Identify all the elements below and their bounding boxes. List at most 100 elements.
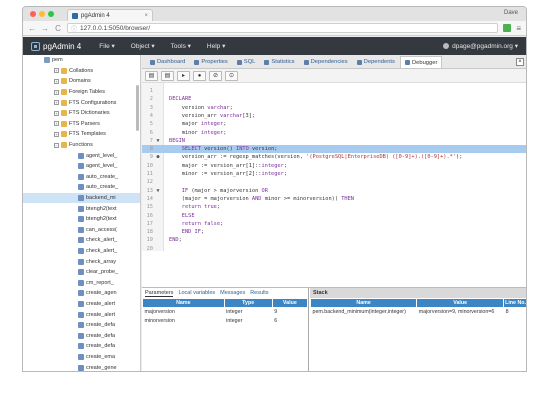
tree-function-item[interactable]: can_access( [23, 225, 140, 236]
expand-toggle[interactable]: + [54, 121, 59, 127]
tree-function-item[interactable]: cm_report_ [23, 277, 140, 288]
menu-3[interactable]: Help ▾ [207, 42, 225, 50]
table-row[interactable]: majorversion integer 9 [143, 308, 308, 317]
tab-results[interactable]: Results [250, 290, 268, 296]
tree-item[interactable]: + FTS Dictionaries [23, 108, 140, 119]
step-over-button[interactable]: ▤ [161, 70, 174, 81]
user-menu[interactable]: dpage@pgadmin.org ▾ [443, 42, 518, 50]
fold-icon[interactable]: ▼ [155, 137, 161, 145]
tree-function-item[interactable]: btengh2(text [23, 203, 140, 214]
tree-item[interactable]: pem [23, 55, 140, 66]
tree-function-item[interactable]: create_defa [23, 341, 140, 352]
tree-function-item[interactable]: create_ema [23, 352, 140, 363]
menu-0[interactable]: File ▾ [99, 42, 115, 50]
expand-toggle[interactable]: + [54, 110, 59, 116]
tree-function-item[interactable]: agent_level_ [23, 161, 140, 172]
step-into-button[interactable]: ▤ [145, 70, 158, 81]
column-header[interactable]: Line No. [503, 298, 526, 308]
column-header[interactable]: Value [271, 298, 309, 308]
tab-local-variables[interactable]: Local variables [178, 290, 215, 296]
close-panel-button[interactable]: × [516, 58, 524, 66]
tree-function-item[interactable]: backend_mi [23, 192, 140, 204]
continue-button[interactable]: ▸ [177, 70, 190, 81]
tree-item[interactable]: + Collations [23, 66, 140, 77]
tree-item[interactable]: + FTS Templates [23, 129, 140, 140]
tree-function-item[interactable]: create_agen [23, 288, 140, 299]
tree-function-item[interactable]: check_alert_ [23, 246, 140, 257]
tab-debugger[interactable]: Debugger [399, 56, 443, 68]
close-tab-icon[interactable]: × [144, 13, 148, 19]
app-logo[interactable]: pgAdmin 4 [31, 41, 81, 51]
table-row[interactable]: minorversion integer 6 [143, 317, 308, 326]
expand-toggle[interactable]: + [54, 131, 59, 137]
menu-1[interactable]: Object ▾ [131, 42, 155, 50]
reload-button[interactable]: C [54, 24, 62, 33]
tab-statistics[interactable]: Statistics [260, 56, 299, 68]
tree-function-item[interactable]: agent_level_ [23, 150, 140, 161]
code-line[interactable]: 18 END IF; [142, 228, 526, 236]
expand-toggle[interactable]: + [54, 78, 59, 84]
expand-toggle[interactable]: + [54, 100, 59, 106]
browser-profile-label[interactable]: Dave [504, 10, 518, 16]
browser-menu-icon[interactable]: ≡ [516, 24, 521, 33]
code-line[interactable]: 15 return true; [142, 203, 526, 211]
tab-messages[interactable]: Messages [220, 290, 245, 296]
tree-function-item[interactable]: create_alert [23, 309, 140, 320]
expand-toggle[interactable]: + [54, 89, 59, 95]
extension-icon[interactable] [503, 24, 512, 32]
zoom-window-button[interactable] [48, 11, 54, 17]
column-header[interactable]: Name [309, 298, 418, 308]
tab-properties[interactable]: Properties [190, 56, 232, 68]
tab-dashboard[interactable]: Dashboard [146, 56, 190, 68]
tab-sql[interactable]: SQL [232, 56, 260, 68]
expand-toggle[interactable]: − [54, 142, 59, 148]
code-line[interactable]: 19 END; [142, 236, 526, 244]
tree-item[interactable]: + FTS Configurations [23, 97, 140, 108]
fold-icon[interactable]: ▼ [155, 187, 161, 195]
minimize-window-button[interactable] [39, 11, 45, 17]
tree-item[interactable]: + FTS Parsers [23, 119, 140, 130]
column-header[interactable]: Type [223, 298, 273, 308]
tree-function-item[interactable]: check_alert_ [23, 235, 140, 246]
back-button[interactable]: ← [28, 24, 36, 33]
code-line[interactable]: 8 SELECT version() INTO version; [142, 145, 526, 154]
tree-function-item[interactable]: create_alert [23, 299, 140, 310]
browser-tab[interactable]: pgAdmin 4 × [67, 9, 153, 21]
stop-button[interactable]: ⊙ [225, 70, 238, 81]
tree-function-item[interactable]: create_gene [23, 362, 140, 371]
tree-item[interactable]: + Foreign Tables [23, 87, 140, 98]
tree-function-item[interactable]: create_defa [23, 320, 140, 331]
tree-function-item[interactable]: btengh2(text [23, 214, 140, 225]
code-line[interactable]: 2 DECLARE [142, 95, 526, 103]
table-row[interactable]: pem.backend_minimum(integer,integer) majo… [311, 308, 527, 317]
code-line[interactable]: 11 minor := version_arr[2]::integer; [142, 170, 526, 178]
code-editor[interactable]: 1 2 DECLARE 3 version varchar; 4 version_arr… [142, 83, 526, 253]
code-line[interactable]: 9 ● version_arr := regexp_matches(version… [142, 153, 526, 161]
tab-dependents[interactable]: Dependents [352, 56, 399, 68]
url-input[interactable]: ⓘ 127.0.0.1:5050/browser/ [67, 23, 499, 33]
code-line[interactable]: 14 (major = majorversion AND minor >= mi… [142, 195, 526, 203]
code-line[interactable]: 13 ▼ IF (major > majorversion OR [142, 187, 526, 195]
forward-button[interactable]: → [41, 24, 49, 33]
column-header[interactable]: Value [416, 298, 505, 308]
tab-dependencies[interactable]: Dependencies [299, 56, 352, 68]
breakpoint-icon[interactable]: ● [155, 153, 161, 161]
code-line[interactable]: 6 minor integer; [142, 129, 526, 137]
code-line[interactable]: 12 [142, 178, 526, 186]
code-line[interactable]: 5 major integer; [142, 120, 526, 128]
code-line[interactable]: 17 return false; [142, 220, 526, 228]
code-line[interactable]: 20 [142, 245, 526, 253]
code-line[interactable]: 4 version_arr varchar[3]; [142, 112, 526, 120]
tree-function-item[interactable]: create_defa [23, 330, 140, 341]
tree-item[interactable]: − Functions [23, 140, 140, 151]
tree-function-item[interactable]: auto_create_ [23, 182, 140, 193]
column-header[interactable]: Name [142, 298, 225, 308]
code-line[interactable]: 10 major := version_arr[1]::integer; [142, 162, 526, 170]
code-line[interactable]: 16 ELSE [142, 212, 526, 220]
clear-breakpoints-button[interactable]: ⊘ [209, 70, 222, 81]
expand-toggle[interactable]: + [54, 68, 59, 74]
code-line[interactable]: 1 [142, 87, 526, 95]
code-line[interactable]: 3 version varchar; [142, 104, 526, 112]
tree-function-item[interactable]: clear_probe_ [23, 267, 140, 278]
toggle-breakpoint-button[interactable]: ● [193, 70, 206, 81]
